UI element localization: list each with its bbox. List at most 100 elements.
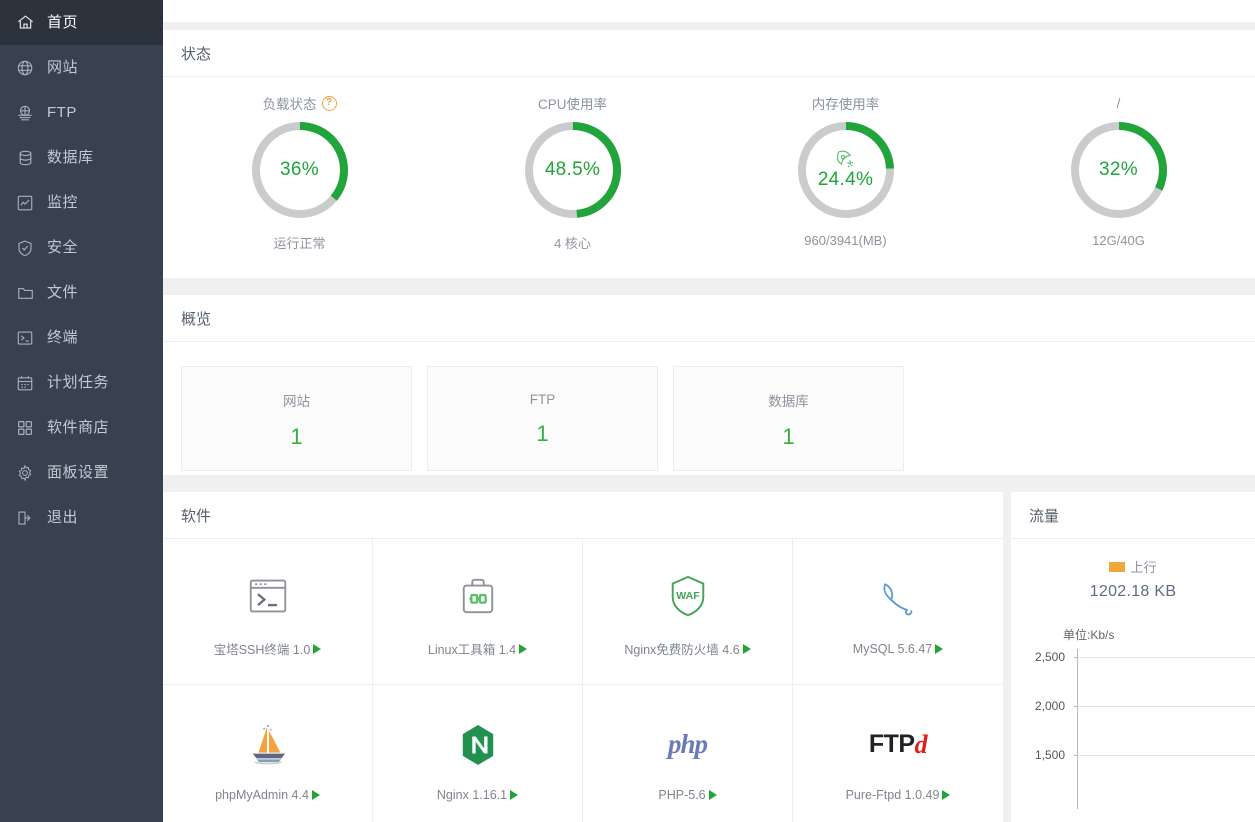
gauge-memory[interactable]: 内存使用率 (709, 93, 982, 277)
software-item-linux-toolbox[interactable]: Linux工具箱 1.4 (373, 539, 583, 685)
ftp-icon (14, 102, 36, 124)
gauge-subtext: 960/3941(MB) (804, 233, 886, 248)
sidebar-item-panel-settings[interactable]: 面板设置 (0, 450, 163, 495)
sidebar-item-logout[interactable]: 退出 (0, 495, 163, 540)
sidebar-item-label: 面板设置 (47, 465, 109, 480)
sidebar-item-files[interactable]: 文件 (0, 270, 163, 315)
software-item-name-row: PHP-5.6 (658, 788, 716, 802)
software-item-label: Linux工具箱 1.4 (428, 639, 516, 658)
sidebar-item-label: FTP (47, 105, 77, 120)
overview-card-database[interactable]: 数据库 1 (673, 366, 904, 471)
sidebar-item-label: 软件商店 (47, 420, 109, 435)
sidebar-item-website[interactable]: 网站 (0, 45, 163, 90)
software-item-label: PHP-5.6 (658, 788, 705, 802)
sidebar-item-app-store[interactable]: 软件商店 (0, 405, 163, 450)
overview-card-label: FTP (530, 392, 556, 407)
chart-unit-label: 单位:Kb/s (1063, 626, 1255, 643)
sidebar-item-security[interactable]: 安全 (0, 225, 163, 270)
gauge-title-row: 内存使用率 (812, 93, 880, 113)
y-tick-label: 1,500 (1035, 748, 1065, 762)
software-item-phpmyadmin[interactable]: phpMyAdmin 4.4 (163, 685, 373, 822)
gauge-cpu[interactable]: CPU使用率 48.5% 4 核心 (436, 93, 709, 277)
bt-panel-dashboard: 首页 网站 FTP 数据库 监控 (0, 0, 1255, 822)
toolbox-icon (459, 565, 497, 627)
main-content: 状态 负载状态 ? 36% (163, 0, 1255, 822)
gauge-load[interactable]: 负载状态 ? 36% 运行正常 (163, 93, 436, 277)
sidebar-item-label: 退出 (47, 510, 78, 525)
php-icon: php (668, 714, 707, 776)
y-tick-label: 2,000 (1035, 699, 1065, 713)
play-icon[interactable] (510, 790, 518, 800)
tick-mark (1074, 657, 1078, 658)
play-icon[interactable] (313, 644, 321, 654)
phpmyadmin-sailboat-icon (247, 714, 289, 776)
sidebar-item-label: 数据库 (47, 150, 94, 165)
gridline (1078, 706, 1255, 707)
software-item-label: Nginx 1.16.1 (437, 788, 507, 802)
sidebar-item-crontab[interactable]: 计划任务 (0, 360, 163, 405)
overview-card-count: 1 (290, 426, 302, 448)
help-icon[interactable]: ? (322, 96, 337, 111)
overview-card-label: 网站 (283, 390, 310, 410)
tick-mark (1074, 706, 1078, 707)
play-icon[interactable] (312, 790, 320, 800)
gauge-subtext: 12G/40G (1092, 233, 1145, 248)
sidebar-item-monitor[interactable]: 监控 (0, 180, 163, 225)
software-item-name-row: 宝塔SSH终端 1.0 (214, 639, 322, 658)
traffic-body: 上行 1202.18 KB 单位:Kb/s 2,500 2,000 1,500 (1011, 539, 1255, 809)
top-panel-remnant (163, 0, 1255, 22)
gauge-disk[interactable]: / 32% 12G/40G (982, 93, 1255, 277)
gauge-title-row: CPU使用率 (538, 93, 607, 113)
monitor-chart-icon (14, 192, 36, 214)
rocket-icon[interactable] (835, 149, 856, 170)
nginx-icon (459, 714, 497, 776)
overview-card-website[interactable]: 网站 1 (181, 366, 412, 471)
play-icon[interactable] (519, 644, 527, 654)
play-icon[interactable] (709, 790, 717, 800)
database-icon (14, 147, 36, 169)
play-icon[interactable] (942, 790, 950, 800)
chart-plot-area (1077, 649, 1255, 809)
software-item-nginx-waf[interactable]: WAF Nginx免费防火墙 4.6 (583, 539, 793, 685)
legend-swatch-icon (1109, 562, 1125, 572)
mysql-dolphin-icon (876, 568, 920, 630)
software-item-nginx[interactable]: Nginx 1.16.1 (373, 685, 583, 822)
shield-icon (14, 237, 36, 259)
sidebar-item-terminal[interactable]: 终端 (0, 315, 163, 360)
software-item-label: 宝塔SSH终端 1.0 (214, 639, 311, 658)
terminal-icon (14, 327, 36, 349)
gauge-title-row: 负载状态 ? (263, 93, 337, 113)
gauge-title-text: 内存使用率 (812, 93, 880, 113)
play-icon[interactable] (935, 644, 943, 654)
y-tick-label: 2,500 (1035, 650, 1065, 664)
traffic-panel-title: 流量 (1011, 492, 1255, 539)
gauge-value: 36% (280, 159, 319, 181)
chart-y-axis: 2,500 2,000 1,500 (1021, 649, 1073, 809)
overview-card-count: 1 (536, 423, 548, 445)
folder-icon (14, 282, 36, 304)
gauge-center: 48.5% (523, 120, 623, 220)
sidebar-item-database[interactable]: 数据库 (0, 135, 163, 180)
sidebar-item-home[interactable]: 首页 (0, 0, 163, 45)
sidebar-item-label: 终端 (47, 330, 78, 345)
gauge-center: 32% (1069, 120, 1169, 220)
gauge-center: 36% (250, 120, 350, 220)
traffic-chart[interactable]: 2,500 2,000 1,500 (1021, 649, 1255, 809)
traffic-legend[interactable]: 上行 (1011, 557, 1255, 576)
overview-panel-title: 概览 (163, 295, 1255, 342)
sidebar: 首页 网站 FTP 数据库 监控 (0, 0, 163, 822)
software-item-name-row: Linux工具箱 1.4 (428, 639, 527, 658)
software-item-pure-ftpd[interactable]: FTPd Pure-Ftpd 1.0.49 (793, 685, 1003, 822)
gauge-title-text: 负载状态 (263, 93, 317, 113)
gridline (1078, 755, 1255, 756)
gauge-value: 48.5% (545, 159, 600, 181)
sidebar-item-label: 首页 (47, 15, 78, 30)
software-item-php[interactable]: php PHP-5.6 (583, 685, 793, 822)
software-item-mysql[interactable]: MySQL 5.6.47 (793, 539, 1003, 685)
play-icon[interactable] (743, 644, 751, 654)
status-panel: 状态 负载状态 ? 36% (163, 30, 1255, 278)
sidebar-item-ftp[interactable]: FTP (0, 90, 163, 135)
sidebar-item-label: 安全 (47, 240, 78, 255)
overview-card-ftp[interactable]: FTP 1 (427, 366, 658, 471)
software-item-ssh-terminal[interactable]: 宝塔SSH终端 1.0 (163, 539, 373, 685)
